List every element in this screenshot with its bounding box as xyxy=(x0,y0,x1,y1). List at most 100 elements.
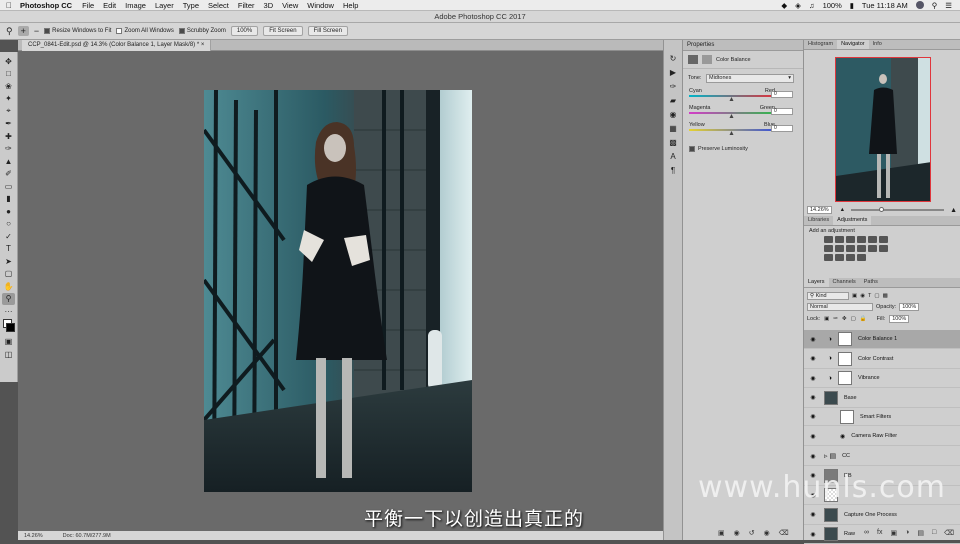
eye-icon[interactable]: ◉ xyxy=(808,355,818,362)
selective-adj-icon[interactable] xyxy=(857,254,866,261)
zoom-in-icon[interactable]: + xyxy=(17,26,29,36)
eye-icon[interactable]: ◉ xyxy=(808,336,818,343)
eye-icon[interactable]: ◉ xyxy=(808,394,818,401)
layer-row[interactable]: ◉ ▹ ▤ CC xyxy=(804,447,960,466)
tab-paths[interactable]: Paths xyxy=(860,278,882,287)
crop-tool-icon[interactable]: ⌖ xyxy=(2,105,15,118)
hue-adj-icon[interactable] xyxy=(879,236,888,243)
folder-icon[interactable]: ▹ ▤ xyxy=(824,452,836,460)
menu-help[interactable]: Help xyxy=(343,1,358,10)
fx-icon[interactable]: fx xyxy=(877,529,882,537)
lock-paint-icon[interactable]: ✑ xyxy=(833,316,838,322)
zoom-tool-icon[interactable]: ⚲ xyxy=(6,26,13,37)
lock-pixels-icon[interactable]: ▣ xyxy=(824,316,829,322)
layer-row[interactable]: ◉ ◉ Camera Raw Filter xyxy=(804,428,960,446)
eye-icon[interactable]: ◉ xyxy=(808,531,818,538)
mask-icon[interactable] xyxy=(702,55,712,64)
blend-mode-select[interactable]: Normal xyxy=(807,303,873,311)
color-wheel-icon[interactable]: ◉ xyxy=(667,108,680,121)
photo-canvas[interactable] xyxy=(204,90,472,492)
mixer-adj-icon[interactable] xyxy=(857,245,866,252)
trash-icon[interactable]: ⌫ xyxy=(779,529,789,537)
zoom-all-checkbox[interactable]: Zoom All Windows xyxy=(116,28,174,34)
pen-tool-icon[interactable]: ✓ xyxy=(2,230,15,243)
filter-smart-icon[interactable]: ▩ xyxy=(883,293,888,299)
clock[interactable]: Tue 11:18 AM xyxy=(862,1,908,10)
fill-screen-button[interactable]: Fill Screen xyxy=(307,26,348,36)
apple-icon[interactable]:  xyxy=(6,1,12,10)
lock-all-icon[interactable]: 🔒 xyxy=(860,316,867,322)
slider-track[interactable] xyxy=(689,112,775,118)
filter-adjust-icon[interactable]: ◉ xyxy=(860,293,865,299)
new-group-icon[interactable]: ▤ xyxy=(917,529,924,537)
quick-mask-icon[interactable]: ▣ xyxy=(2,336,15,349)
volume-icon[interactable]: ♫ xyxy=(809,1,815,10)
photofilter-adj-icon[interactable] xyxy=(846,245,855,252)
posterize-adj-icon[interactable] xyxy=(824,254,833,261)
visibility-icon[interactable]: ◉ xyxy=(764,529,770,537)
zoom-in-small-icon[interactable]: ▲ xyxy=(950,207,957,214)
dodge-tool-icon[interactable]: ○ xyxy=(2,218,15,231)
properties-tab[interactable]: Properties xyxy=(683,40,803,51)
layer-row[interactable]: ◉ Base xyxy=(804,389,960,408)
tab-info[interactable]: Info xyxy=(869,40,886,49)
scrubby-checkbox[interactable]: Scrubby Zoom xyxy=(178,28,226,34)
type-tool-icon[interactable]: T xyxy=(2,243,15,256)
character-icon[interactable]: A xyxy=(667,150,680,163)
brightness-adj-icon[interactable] xyxy=(824,236,833,243)
eye-icon[interactable]: ◉ xyxy=(808,413,818,420)
gradientmap-adj-icon[interactable] xyxy=(846,254,855,261)
zoom-tool-active-icon[interactable]: ⚲ xyxy=(2,292,15,305)
link-icon[interactable]: ∞ xyxy=(864,529,869,537)
levels-adj-icon[interactable] xyxy=(835,236,844,243)
preserve-checkbox[interactable] xyxy=(689,146,695,152)
eye-icon[interactable]: ◉ xyxy=(808,511,818,518)
tab-navigator[interactable]: Navigator xyxy=(837,40,869,49)
canvas-area[interactable] xyxy=(18,51,663,531)
new-adjustment-icon[interactable]: ◑ xyxy=(905,529,909,537)
new-layer-icon[interactable]: □ xyxy=(932,529,936,537)
tab-adjustments[interactable]: Adjustments xyxy=(833,216,872,225)
slider-thumb[interactable] xyxy=(729,97,734,101)
dropbox-icon[interactable]: ◆ xyxy=(781,1,787,10)
layer-row[interactable]: ◉ ◑ Color Balance 1 xyxy=(804,330,960,349)
reset-icon[interactable]: ↺ xyxy=(749,529,755,537)
lasso-tool-icon[interactable]: ❀ xyxy=(2,80,15,93)
slider-thumb[interactable] xyxy=(729,114,734,118)
layer-row[interactable]: ◉ Smart Filters xyxy=(804,408,960,426)
eyedropper-tool-icon[interactable]: ✒ xyxy=(2,118,15,131)
eye-icon[interactable]: ◉ xyxy=(808,453,818,460)
path-select-tool-icon[interactable]: ➤ xyxy=(2,255,15,268)
fill-field[interactable]: 100% xyxy=(889,315,910,323)
filter-shape-icon[interactable]: ▢ xyxy=(874,293,879,299)
exposure-adj-icon[interactable] xyxy=(857,236,866,243)
layer-mask-thumb[interactable] xyxy=(838,371,852,385)
filter-type-icon[interactable]: T xyxy=(868,293,871,299)
clone-source-icon[interactable]: ▰ xyxy=(667,94,680,107)
healing-tool-icon[interactable]: ✚ xyxy=(2,130,15,143)
layer-mask-thumb[interactable] xyxy=(838,332,852,346)
status-zoom[interactable]: 14.26% xyxy=(24,533,43,539)
threshold-adj-icon[interactable] xyxy=(835,254,844,261)
smart-filter-mask-thumb[interactable] xyxy=(840,409,854,424)
menu-layer[interactable]: Layer xyxy=(155,1,174,10)
lookup-adj-icon[interactable] xyxy=(868,245,877,252)
zoom-100-button[interactable]: 100% xyxy=(230,26,259,36)
brush-tool-icon[interactable]: ✑ xyxy=(2,143,15,156)
layer-thumb[interactable] xyxy=(824,527,838,541)
layer-row[interactable]: ◉ ◑ Color Contrast xyxy=(804,350,960,369)
menu-filter[interactable]: Filter xyxy=(238,1,255,10)
menu-type[interactable]: Type xyxy=(183,1,199,10)
navigator-zoom-slider[interactable] xyxy=(851,207,945,212)
document-tab[interactable]: CCP_0841-Edit.psd @ 14.3% (Color Balance… xyxy=(22,40,212,51)
bw-adj-icon[interactable] xyxy=(835,245,844,252)
marquee-tool-icon[interactable]: □ xyxy=(2,68,15,81)
slider-track[interactable] xyxy=(689,129,775,135)
more-tools-icon[interactable]: ··· xyxy=(2,305,15,318)
menu-file[interactable]: File xyxy=(82,1,94,10)
zoom-out-icon[interactable]: − xyxy=(34,26,39,36)
slider-value[interactable]: 0 xyxy=(771,108,793,115)
lock-artboard-icon[interactable]: ▢ xyxy=(851,316,856,322)
kind-filter[interactable]: ⚲ Kind xyxy=(807,291,849,300)
layer-thumb[interactable] xyxy=(824,390,838,405)
